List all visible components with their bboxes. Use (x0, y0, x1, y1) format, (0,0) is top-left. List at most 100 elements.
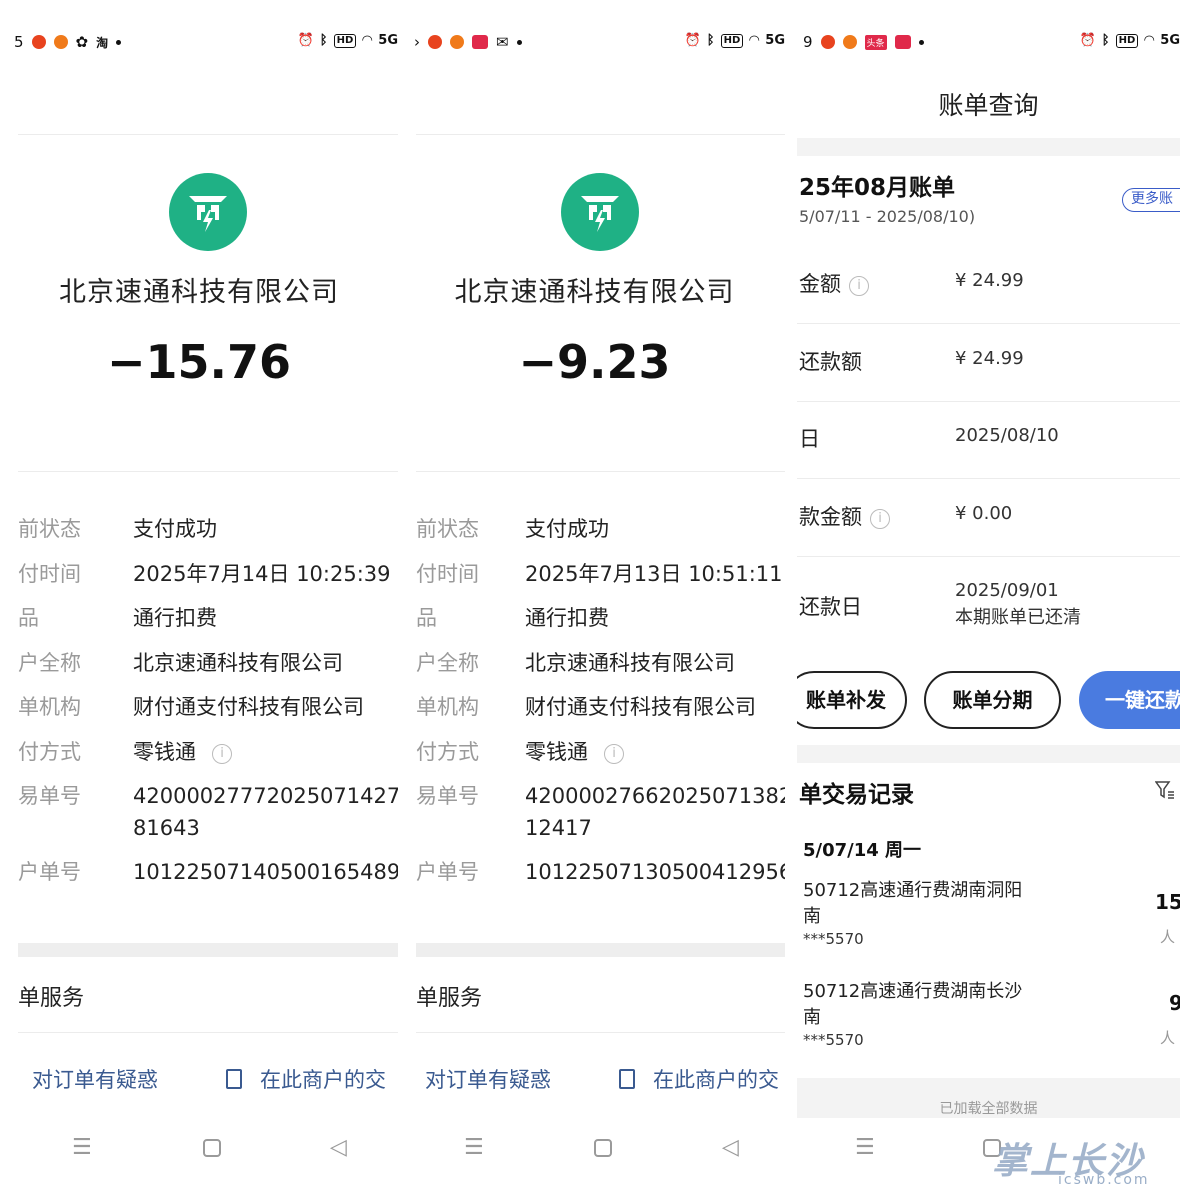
more-notifications-dot (918, 39, 924, 45)
row-value: 通行扣费 (525, 606, 609, 630)
filter-icon[interactable] (1155, 780, 1175, 800)
more-bills-button[interactable]: 更多账 (1122, 188, 1180, 212)
row-label: 单机构 (18, 695, 81, 719)
row-value: 财付通支付科技有限公司 (133, 695, 364, 719)
menu-icon[interactable]: ☰ (464, 1135, 484, 1160)
all-loaded-text: 已加载全部数据 (939, 1101, 1038, 1117)
detail-list: 前状态 支付成功 付时间 2025年7月14日 10:25:39 品 通行扣费 … (18, 510, 398, 898)
merchant-history-link[interactable]: 在此商户的交 (619, 1064, 779, 1094)
row-label: 易单号 (18, 784, 81, 808)
menu-icon[interactable]: ☰ (855, 1135, 875, 1160)
bill-row-amount: 金额 i ¥ 24.99 (797, 246, 1180, 324)
app-icon (472, 35, 488, 49)
navigation-bar: ☰ ◁ (0, 1135, 398, 1165)
app-icon (53, 35, 68, 49)
row-value: 北京速通科技有限公司 (525, 650, 735, 675)
hd-icon: HD (720, 33, 744, 48)
bluetooth-icon: ᛒ (1101, 33, 1110, 48)
row-value: 2025/09/01 本期账单已还清 (955, 577, 1081, 631)
app-icon (31, 35, 46, 49)
divider (416, 134, 785, 135)
merchant-history-label: 在此商户的交 (653, 1068, 779, 1092)
order-question-link[interactable]: 对订单有疑惑 (425, 1064, 551, 1094)
divider (18, 134, 398, 135)
home-icon[interactable] (594, 1139, 612, 1157)
home-icon[interactable] (203, 1139, 221, 1157)
row-label: 款金额 i (799, 501, 890, 531)
merchant-history-link[interactable]: 在此商户的交 (226, 1064, 386, 1094)
row-value: ¥ 24.99 (955, 348, 1024, 369)
document-icon (619, 1069, 635, 1089)
trade-no-line1: 420000276620250713824 (525, 784, 785, 808)
row-value: 2025/08/10 (955, 425, 1059, 446)
app-icon (842, 35, 857, 49)
detail-row-institution: 单机构 财付通支付科技有限公司 (18, 688, 398, 733)
row-value: 1012250713050041295​6 (525, 860, 785, 884)
row-label: 付时间 (18, 561, 81, 586)
bluetooth-icon: ᛒ (706, 33, 715, 48)
detail-row-institution: 单机构 财付通支付科技有限公司 (416, 688, 785, 733)
service-section-title: 单服务 (18, 986, 85, 1011)
divider (416, 471, 785, 472)
row-value: ¥ 24.99 (955, 270, 1024, 291)
transaction-item[interactable]: 50712高速通行费湖南洞阳南 ***5570 15 人 (803, 878, 1180, 964)
status-bar: 5 ✿ 淘 ⏰ ᛒ HD ◠ 5G (0, 30, 398, 56)
section-separator (416, 943, 785, 957)
row-value: ¥ 0.00 (955, 503, 1013, 524)
detail-row-merchant: 户全称 北京速通科技有限公司 (18, 644, 398, 689)
hd-icon: HD (1115, 33, 1139, 48)
card-number: ***5570 (803, 930, 864, 948)
info-icon[interactable]: i (849, 276, 869, 296)
reissue-bill-button[interactable]: 账单补发 (797, 671, 907, 729)
transaction-item[interactable]: 50712高速通行费湖南长沙南 ***5570 9 人 (803, 979, 1180, 1065)
row-label: 单机构 (416, 695, 479, 719)
detail-row-merchant: 户全称 北京速通科技有限公司 (416, 644, 785, 689)
row-value: 420000276620250713824 12417 (525, 780, 785, 844)
merchant-logo (561, 173, 639, 251)
clock-fragment: › (414, 33, 420, 51)
row-label: 付时间 (416, 561, 479, 586)
transaction-desc-line1: 50712高速通行费湖南洞阳 (803, 880, 1023, 901)
row-value: 2025年7月14日 10:25:39 (133, 561, 391, 586)
row-label: 户单号 (416, 860, 479, 884)
order-question-link[interactable]: 对订单有疑惑 (32, 1064, 158, 1094)
transaction-date-header: 5/07/14 周一 (803, 840, 922, 861)
row-value: 北京速通科技有限公司 (133, 650, 343, 675)
back-icon[interactable]: ◁ (330, 1135, 347, 1160)
bill-month-title: 25年08月账单 (799, 175, 956, 201)
detail-list: 前状态 支付成功 付时间 2025年7月13日 10:51:11 品 通行扣费 … (416, 510, 785, 898)
info-icon[interactable]: i (870, 509, 890, 529)
clock-fragment: 9 (803, 33, 813, 51)
clock-fragment: 5 (14, 33, 24, 51)
info-icon[interactable]: i (212, 743, 232, 764)
wechat-icon: ✿ (75, 33, 89, 51)
menu-icon[interactable]: ☰ (72, 1135, 92, 1160)
row-label: 品 (18, 606, 39, 630)
app-icon (820, 35, 835, 49)
row-value: 通行扣费 (133, 606, 217, 630)
transaction-desc: 50712高速通行费湖南长沙南 (803, 979, 1022, 1031)
detail-row-product: 品 通行扣费 (416, 599, 785, 644)
transaction-desc-line1: 50712高速通行费湖南长沙 (803, 981, 1023, 1002)
merchant-name: 北京速通科技有限公司 (59, 277, 339, 308)
row-label: 品 (416, 606, 437, 630)
alarm-icon: ⏰ (297, 33, 314, 48)
detail-row-merchant-no: 户单号 1012250714050016548​9 (18, 853, 398, 898)
info-icon[interactable]: i (604, 743, 624, 764)
trade-no-line2: 81643 (133, 816, 200, 840)
detail-row-status: 前状态 支付成功 (416, 510, 785, 555)
row-value: 零钱通 i (525, 736, 624, 768)
back-icon[interactable]: ◁ (722, 1135, 739, 1160)
wifi-icon: ◠ (362, 33, 373, 48)
transaction-currency: 人 (1160, 1029, 1176, 1047)
row-value: 1012250714050016548​9 (133, 860, 398, 884)
detail-row-method: 付方式 零钱通 i (416, 733, 785, 778)
merchant-history-label: 在此商户的交 (260, 1068, 386, 1092)
bill-row-repay: 还款额 ¥ 24.99 (797, 324, 1180, 402)
due-status: 本期账单已还清 (955, 607, 1081, 628)
toutiao-icon: 头条 (864, 34, 887, 50)
divider (416, 1032, 785, 1033)
transaction-amount: 15 (1155, 890, 1180, 914)
repay-button[interactable]: 一键还款 (1079, 671, 1180, 729)
installment-button[interactable]: 账单分期 (924, 671, 1061, 729)
